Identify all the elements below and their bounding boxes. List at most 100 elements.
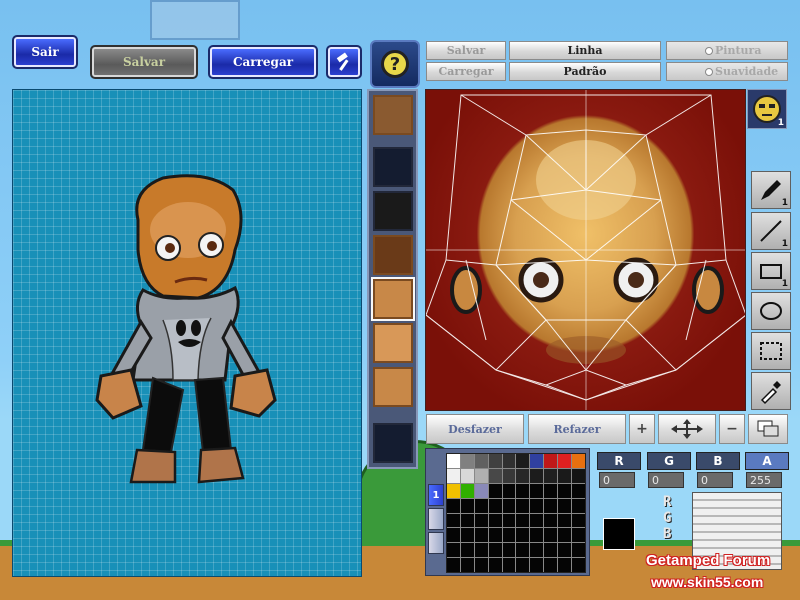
palette-swatch[interactable] [460,468,474,483]
smooth-radio[interactable]: Suavidade [666,62,788,81]
help-button[interactable]: ? [370,40,420,88]
r-value[interactable]: 0 [599,472,635,488]
palette-swatch[interactable] [558,543,572,558]
palette-swatch[interactable] [460,498,474,513]
part-slot-head[interactable] [372,95,413,135]
palette-swatch[interactable] [544,513,558,528]
eyedropper-tool[interactable] [751,372,791,410]
a-value[interactable]: 255 [746,472,782,488]
palette-swatch[interactable] [530,483,544,498]
palette-swatch[interactable] [502,454,516,468]
file-save-button[interactable]: Salvar [426,41,506,60]
palette-swatch[interactable] [502,468,516,483]
palette-swatch[interactable] [516,454,530,468]
part-slot-hat[interactable] [372,191,413,231]
palette-swatch[interactable] [488,498,502,513]
palette-swatch[interactable] [544,543,558,558]
layer-button[interactable] [748,414,788,444]
palette-swatch[interactable] [558,454,572,468]
rect-tool[interactable]: 1 [751,252,791,290]
g-value[interactable]: 0 [648,472,684,488]
palette-tab-2[interactable] [428,508,444,530]
palette-swatch[interactable] [488,483,502,498]
palette-swatch[interactable] [488,513,502,528]
pen-tool[interactable]: 1 [751,171,791,209]
palette-swatch[interactable] [502,483,516,498]
palette-swatch[interactable] [530,513,544,528]
redo-button[interactable]: Refazer [528,414,626,444]
palette-swatch[interactable] [572,558,585,572]
palette-swatch[interactable] [544,468,558,483]
palette-swatch[interactable] [502,543,516,558]
palette-swatch[interactable] [530,454,544,468]
part-slot-empty[interactable] [372,147,413,187]
palette-swatch[interactable] [572,498,585,513]
palette-swatch[interactable] [488,558,502,572]
palette-swatch[interactable] [447,558,460,572]
move-button[interactable] [658,414,716,444]
palette-swatch[interactable] [558,468,572,483]
palette-swatch[interactable] [516,468,530,483]
palette-swatch[interactable] [516,498,530,513]
part-slot-face-3[interactable] [372,367,413,407]
select-tool[interactable] [751,332,791,370]
palette-swatch[interactable] [516,528,530,543]
palette-swatch[interactable] [474,558,488,572]
palette-swatch[interactable] [460,454,474,468]
line-button[interactable]: Linha [509,41,661,60]
palette-swatch[interactable] [460,528,474,543]
palette-swatch[interactable] [447,468,460,483]
palette-swatch[interactable] [488,454,502,468]
palette-swatch[interactable] [474,498,488,513]
palette-swatch[interactable] [447,513,460,528]
paint-radio[interactable]: Pintura [666,41,788,60]
palette-tab-3[interactable] [428,532,444,554]
palette-swatch[interactable] [530,543,544,558]
palette-swatch[interactable] [530,558,544,572]
palette-swatch[interactable] [460,543,474,558]
palette-swatch[interactable] [502,513,516,528]
face-tool-button[interactable]: 1 [747,89,787,129]
palette-swatch[interactable] [502,558,516,572]
undo-button[interactable]: Desfazer [426,414,524,444]
file-load-button[interactable]: Carregar [426,62,506,81]
ellipse-tool[interactable] [751,292,791,330]
palette-swatch[interactable] [474,454,488,468]
palette-swatch[interactable] [488,528,502,543]
part-slot-empty-2[interactable] [372,423,413,463]
palette-swatch[interactable] [558,498,572,513]
palette-grid[interactable] [446,453,586,573]
palette-swatch[interactable] [516,558,530,572]
palette-swatch[interactable] [474,468,488,483]
palette-swatch[interactable] [558,528,572,543]
model-preview[interactable] [12,89,362,577]
hammer-button[interactable] [326,45,362,79]
part-slot-body[interactable] [372,235,413,275]
exit-button[interactable]: Sair [12,35,78,69]
part-slot-face-2[interactable] [372,323,413,363]
palette-swatch[interactable] [447,454,460,468]
zoom-in-button[interactable]: + [629,414,655,444]
palette-swatch[interactable] [558,513,572,528]
palette-swatch[interactable] [544,454,558,468]
palette-swatch[interactable] [502,528,516,543]
palette-swatch[interactable] [572,483,585,498]
palette-swatch[interactable] [474,528,488,543]
palette-swatch[interactable] [447,483,460,498]
palette-swatch[interactable] [572,543,585,558]
palette-swatch[interactable] [530,498,544,513]
palette-tab-1[interactable]: 1 [428,484,444,506]
palette-swatch[interactable] [558,483,572,498]
palette-swatch[interactable] [516,513,530,528]
texture-canvas[interactable] [425,89,746,411]
palette-swatch[interactable] [544,498,558,513]
palette-swatch[interactable] [488,468,502,483]
palette-swatch[interactable] [516,543,530,558]
line-tool[interactable]: 1 [751,212,791,250]
palette-swatch[interactable] [530,468,544,483]
palette-swatch[interactable] [474,543,488,558]
b-channel-label[interactable]: B [696,452,740,470]
palette-swatch[interactable] [572,513,585,528]
palette-swatch[interactable] [447,543,460,558]
palette-swatch[interactable] [460,483,474,498]
